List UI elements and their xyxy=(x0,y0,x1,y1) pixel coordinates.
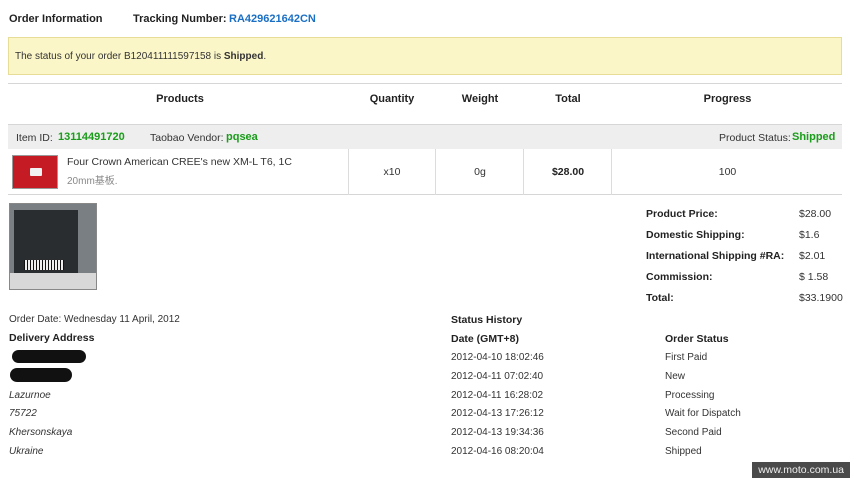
table-divider xyxy=(8,83,842,84)
vendor-label: Taobao Vendor: xyxy=(150,132,224,144)
redacted-street xyxy=(10,368,72,382)
history-date: 2012-04-11 07:02:40 xyxy=(451,371,544,382)
quantity-value: x10 xyxy=(383,166,401,178)
history-date: 2012-04-13 19:34:36 xyxy=(451,427,544,438)
total-value: $28.00 xyxy=(551,166,585,178)
history-date-header: Date (GMT+8) xyxy=(451,333,519,345)
tracking-number-link[interactable]: RA429621642CN xyxy=(229,13,316,25)
weight-value: 0g xyxy=(474,166,486,178)
summary-label-domestic-shipping: Domestic Shipping: xyxy=(646,229,745,241)
product-thumbnail[interactable] xyxy=(12,155,58,189)
address-line: Khersonskaya xyxy=(9,427,73,438)
progress-value: 100 xyxy=(718,166,737,178)
order-date: Order Date: Wednesday 11 April, 2012 xyxy=(9,314,180,325)
product-status-value: Shipped xyxy=(792,131,836,143)
address-line: Lazurnoe xyxy=(9,390,51,401)
product-status-label: Product Status: xyxy=(719,132,791,144)
cell-divider xyxy=(348,149,349,195)
summary-value-total: $33.1900 xyxy=(799,292,843,304)
summary-label-international-shipping: International Shipping #RA: xyxy=(646,250,785,262)
history-date: 2012-04-16 08:20:04 xyxy=(451,446,544,457)
history-status: New xyxy=(665,371,686,382)
product-photo[interactable] xyxy=(9,203,97,290)
column-header-products: Products xyxy=(156,93,204,105)
summary-value-domestic-shipping: $1.6 xyxy=(799,229,820,241)
column-header-quantity: Quantity xyxy=(369,93,415,105)
redacted-name xyxy=(12,350,86,363)
column-header-progress: Progress xyxy=(703,93,752,105)
summary-label-total: Total: xyxy=(646,292,674,304)
status-history-title: Status History xyxy=(451,314,523,326)
delivery-address-label: Delivery Address xyxy=(9,332,95,344)
history-status: Wait for Dispatch xyxy=(665,408,741,419)
watermark: www.moto.com.ua xyxy=(752,462,850,478)
history-date: 2012-04-11 16:28:02 xyxy=(451,390,544,401)
item-id-value[interactable]: 13114491720 xyxy=(58,131,125,143)
summary-value-product-price: $28.00 xyxy=(799,208,832,220)
summary-value-commission: $ 1.58 xyxy=(799,271,829,283)
barcode-graphic xyxy=(24,260,64,270)
history-status-header: Order Status xyxy=(665,333,729,345)
history-status: Shipped xyxy=(665,446,702,457)
history-date: 2012-04-10 18:02:46 xyxy=(451,352,544,363)
product-name-link[interactable]: Four Crown American CREE's new XM-L T6, … xyxy=(67,156,292,168)
address-line: 75722 xyxy=(9,408,37,419)
item-info-band: Item ID: 13114491720 Taobao Vendor: pqse… xyxy=(8,124,842,149)
address-line: Ukraine xyxy=(9,446,44,457)
tracking-number-label: Tracking Number: xyxy=(133,13,227,25)
summary-value-international-shipping: $2.01 xyxy=(799,250,826,262)
history-status: First Paid xyxy=(665,352,708,363)
history-status: Second Paid xyxy=(665,427,722,438)
photo-background xyxy=(10,273,96,289)
cell-divider xyxy=(435,149,436,195)
summary-label-commission: Commission: xyxy=(646,271,713,283)
history-date: 2012-04-13 17:26:12 xyxy=(451,408,544,419)
vendor-value[interactable]: pqsea xyxy=(226,131,258,143)
cell-divider xyxy=(523,149,524,195)
item-id-label: Item ID: xyxy=(16,132,53,144)
order-information-title: Order Information xyxy=(9,13,103,25)
product-name-sub: 20mm基板. xyxy=(67,176,118,187)
column-header-weight: Weight xyxy=(461,93,499,105)
order-status-text: The status of your order B12041111159715… xyxy=(15,51,267,62)
column-header-total: Total xyxy=(555,93,581,105)
cell-divider xyxy=(611,149,612,195)
history-status: Processing xyxy=(665,390,715,401)
order-status-notice: The status of your order B12041111159715… xyxy=(8,37,842,75)
order-status-value: Shipped xyxy=(223,51,264,62)
order-id: B120411111597158 xyxy=(123,51,212,62)
summary-label-product-price: Product Price: xyxy=(646,208,718,220)
